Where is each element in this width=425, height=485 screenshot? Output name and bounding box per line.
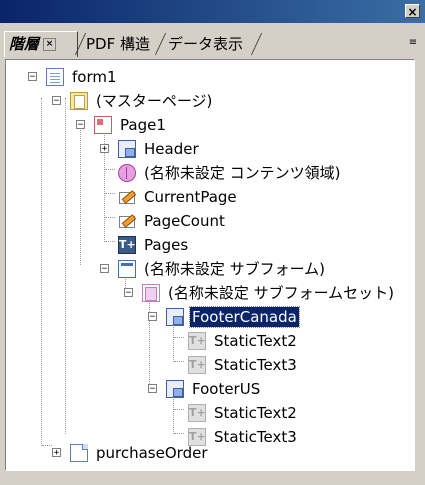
- tree-node-label: Page1: [120, 116, 166, 134]
- collapse-icon[interactable]: −: [28, 72, 37, 82]
- tab-data-view[interactable]: データ表示: [162, 33, 243, 55]
- expand-icon[interactable]: +: [100, 144, 109, 154]
- tree-connector: [174, 337, 184, 338]
- close-button[interactable]: ×: [405, 4, 420, 19]
- tree-node-currentpage[interactable]: CurrentPage: [118, 186, 239, 208]
- tree-node-label: StaticText3: [214, 356, 297, 374]
- palette-bottom-edge: [0, 471, 425, 485]
- hierarchy-tree: − form1 − (マスターページ) − Page1 + Header (名称…: [6, 60, 414, 470]
- tree-node-footercanada[interactable]: FooterCanada: [166, 306, 300, 328]
- tree-node-label: PageCount: [144, 212, 225, 230]
- text-field-icon: [118, 188, 136, 206]
- tree-connector: [80, 122, 81, 265]
- tree-node-label: Pages: [144, 236, 189, 254]
- tree-node-statictext2[interactable]: T+ StaticText2: [188, 402, 299, 424]
- palette-title-bar[interactable]: ×: [0, 0, 425, 23]
- tree-node-footerus[interactable]: FooterUS: [166, 378, 262, 400]
- tree-node-label: purchaseOrder: [96, 444, 208, 462]
- tree-connector: [65, 98, 66, 434]
- expand-icon[interactable]: +: [52, 448, 61, 458]
- tree-node-header[interactable]: Header: [118, 138, 201, 160]
- text-field-icon: [118, 212, 136, 230]
- tree-node-label: FooterCanada: [189, 306, 300, 328]
- subform-icon: [166, 380, 184, 398]
- tree-connector: [105, 169, 115, 170]
- tree-node-label: form1: [72, 68, 117, 86]
- tree-node-label: (名称未設定 サブフォームセット): [168, 284, 395, 302]
- static-text-icon: T+: [188, 404, 206, 422]
- tab-hierarchy-label: 階層: [9, 35, 40, 53]
- tree-connector: [105, 217, 115, 218]
- tree-node-subform-set[interactable]: (名称未設定 サブフォームセット): [142, 282, 396, 304]
- subform-page-icon: [118, 260, 136, 278]
- tree-node-purchaseorder[interactable]: purchaseOrder: [70, 442, 209, 464]
- page-icon: [94, 116, 112, 134]
- pages-icon: T+: [118, 236, 136, 254]
- tab-close-icon[interactable]: ×: [43, 38, 57, 51]
- tab-pdf-structure[interactable]: PDF 構造: [80, 33, 150, 55]
- tree-node-master-pages[interactable]: (マスターページ): [70, 90, 214, 112]
- tree-node-content-area[interactable]: (名称未設定 コンテンツ領域): [118, 162, 342, 184]
- tree-node-label: FooterUS: [192, 380, 261, 398]
- tree-node-statictext2[interactable]: T+ StaticText2: [188, 330, 299, 352]
- tree-node-label: (名称未設定 サブフォーム): [144, 260, 326, 278]
- tab-separator: [250, 33, 273, 55]
- content-area-icon: [118, 164, 136, 182]
- tree-node-form1[interactable]: form1: [46, 66, 119, 88]
- tree-node-label: Header: [144, 140, 199, 158]
- tree-node-label: StaticText3: [214, 428, 297, 446]
- hierarchy-panel: − form1 − (マスターページ) − Page1 + Header (名称…: [5, 59, 415, 471]
- collapse-icon[interactable]: −: [76, 120, 85, 130]
- tree-connector: [41, 98, 42, 446]
- document-icon: [46, 68, 64, 86]
- subform-set-icon: [142, 284, 160, 302]
- collapse-icon[interactable]: −: [100, 264, 109, 274]
- tree-connector: [174, 409, 184, 410]
- tree-node-label: StaticText2: [214, 332, 297, 350]
- tree-node-unnamed-subform[interactable]: (名称未設定 サブフォーム): [118, 258, 327, 280]
- tree-node-label: (マスターページ): [96, 92, 213, 110]
- tree-node-pagecount[interactable]: PageCount: [118, 210, 227, 232]
- master-pages-icon: [70, 92, 88, 110]
- tree-connector: [104, 122, 105, 242]
- tree-connector: [174, 361, 184, 362]
- tree-connector: [105, 193, 115, 194]
- palette-menu-icon[interactable]: ≡: [405, 35, 421, 51]
- tree-node-label: (名称未設定 コンテンツ領域): [144, 164, 341, 182]
- tree-node-pages[interactable]: T+ Pages: [118, 234, 190, 256]
- collapse-icon[interactable]: −: [124, 288, 133, 298]
- tab-strip: 階層 × PDF 構造 データ表示 ≡: [0, 23, 425, 59]
- subform-icon: [166, 308, 184, 326]
- collapse-icon[interactable]: −: [148, 312, 157, 322]
- static-text-icon: T+: [188, 332, 206, 350]
- tree-node-statictext3[interactable]: T+ StaticText3: [188, 354, 299, 376]
- subform-icon: [118, 140, 136, 158]
- static-text-icon: T+: [188, 356, 206, 374]
- file-icon: [70, 444, 88, 462]
- collapse-icon[interactable]: −: [148, 384, 157, 394]
- tree-connector: [42, 445, 52, 446]
- tree-node-label: StaticText2: [214, 404, 297, 422]
- collapse-icon[interactable]: −: [52, 96, 61, 106]
- tree-connector: [149, 290, 150, 386]
- tree-node-page1[interactable]: Page1: [94, 114, 168, 136]
- tab-hierarchy[interactable]: 階層 ×: [4, 31, 78, 57]
- tree-connector: [105, 241, 115, 242]
- tree-connector: [174, 433, 184, 434]
- tree-node-label: CurrentPage: [144, 188, 237, 206]
